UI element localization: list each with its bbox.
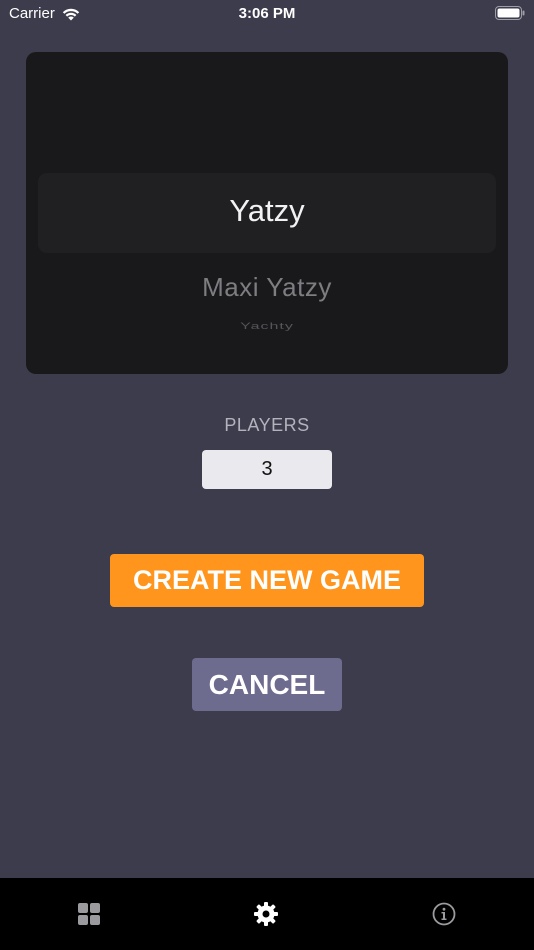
picker-option[interactable]: Yachty <box>26 322 508 332</box>
create-new-game-button[interactable]: CREATE NEW GAME <box>110 554 424 607</box>
picker-option[interactable]: Maxi Yatzy <box>26 272 508 303</box>
grid-icon <box>78 903 100 925</box>
info-icon <box>432 902 456 926</box>
status-bar: Carrier 3:06 PM <box>0 0 534 28</box>
players-count-value: 3 <box>261 458 273 480</box>
battery-icon <box>495 6 525 20</box>
tab-bar <box>0 878 534 950</box>
players-label: PLAYERS <box>224 415 310 435</box>
status-time: 3:06 PM <box>238 5 296 22</box>
new-game-screen: Carrier 3:06 PM Yatzy Maxi Yatzy Yachty … <box>0 0 534 950</box>
game-type-picker[interactable]: Yatzy Maxi Yatzy Yachty <box>26 52 508 374</box>
players-count-field[interactable]: 3 <box>202 450 332 489</box>
picker-option-selected[interactable]: Yatzy <box>26 193 508 229</box>
tab-settings[interactable] <box>252 900 280 928</box>
cancel-button[interactable]: CANCEL <box>192 658 342 711</box>
gear-icon <box>254 902 278 926</box>
tab-games[interactable] <box>75 900 103 928</box>
tab-info[interactable] <box>430 900 458 928</box>
